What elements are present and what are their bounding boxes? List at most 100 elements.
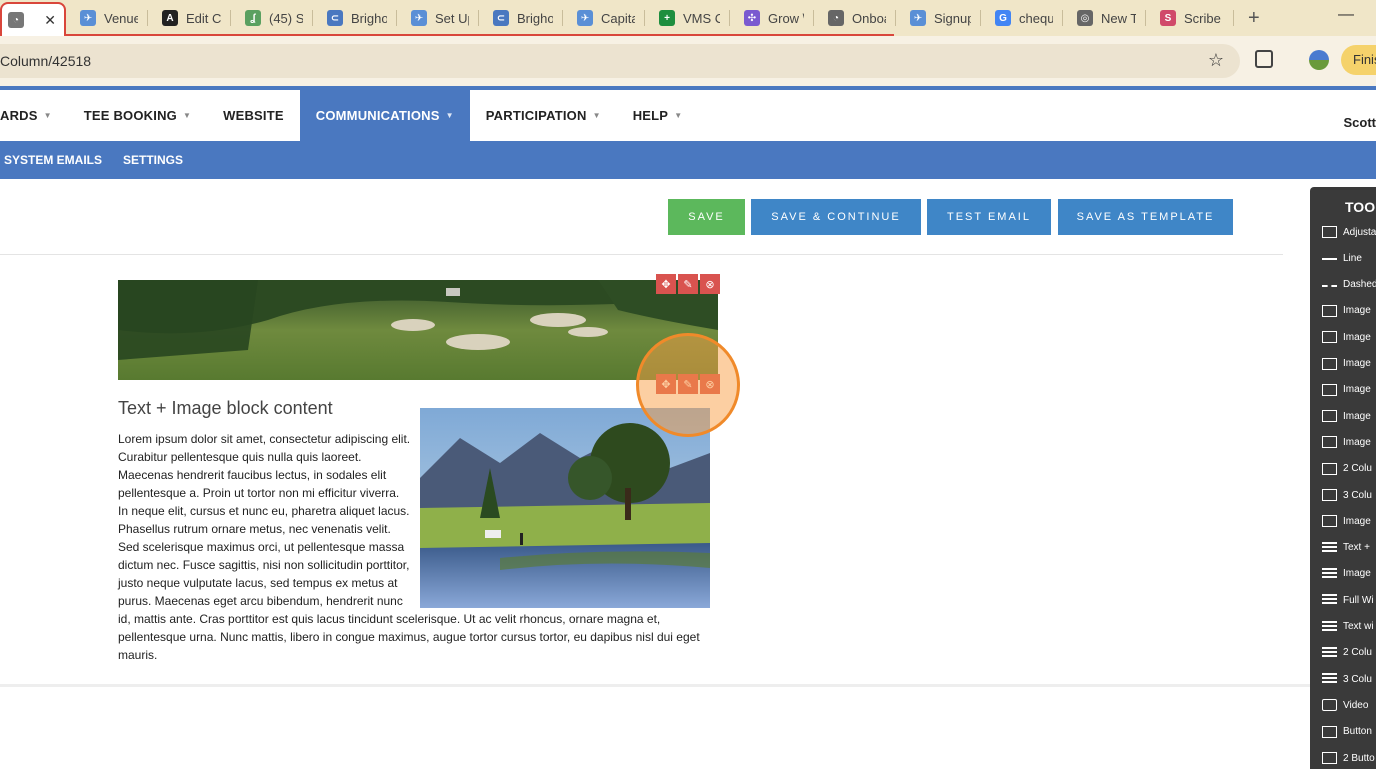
- toolbox-item[interactable]: Line: [1322, 249, 1362, 267]
- tab-title: Signup: [934, 10, 971, 26]
- screen: ◔Bu✕ ✈ Venue A Edit Cli ʆ (45) Sc ⊂ Brigho ✈ Set U…: [0, 0, 1376, 769]
- close-tab-icon[interactable]: ✕: [44, 12, 56, 29]
- subnav-item-system-emails[interactable]: SYSTEM EMAILS: [4, 153, 102, 167]
- browser-tab[interactable]: ✈ Signup: [896, 0, 981, 36]
- nav-item-ards[interactable]: ARDS ▼: [0, 90, 68, 141]
- toolbox-item-label: Image: [1343, 384, 1371, 396]
- toolbox-item-label: Text wi: [1343, 621, 1374, 632]
- edit-icon[interactable]: ✎: [678, 274, 698, 294]
- toolbox-item[interactable]: Image: [1322, 512, 1371, 530]
- browser-tab[interactable]: ✈ Capital: [563, 0, 645, 36]
- toolbox-cols-icon: [1322, 673, 1337, 686]
- nav-item-label: WEBSITE: [223, 108, 284, 123]
- toolbox-item[interactable]: 3 Colu: [1322, 670, 1372, 688]
- browser-tab[interactable]: ʆ (45) Sc: [231, 0, 313, 36]
- user-name[interactable]: Scott: [1344, 115, 1376, 130]
- toolbox-cols-icon: [1322, 620, 1337, 633]
- toolbox-item[interactable]: 3 Colu: [1322, 486, 1372, 504]
- nav-item-communications[interactable]: COMMUNICATIONS ▼: [299, 90, 470, 141]
- nav-item-website[interactable]: WEBSITE: [207, 90, 300, 141]
- toolbox-item[interactable]: Adjusta: [1322, 223, 1376, 241]
- profile-avatar[interactable]: [1309, 50, 1329, 70]
- toolbox-item[interactable]: Button: [1322, 723, 1372, 741]
- tab-favicon-icon: ✈: [411, 10, 427, 26]
- nav-item-label: ARDS: [0, 108, 38, 123]
- move-icon[interactable]: ✥: [656, 274, 676, 294]
- browser-tab[interactable]: ⊂ Brigho: [479, 0, 563, 36]
- save-button[interactable]: SAVE: [668, 199, 745, 235]
- new-tab-icon[interactable]: +: [1234, 7, 1274, 30]
- toolbox-item[interactable]: Text +: [1322, 539, 1370, 557]
- browser-tab[interactable]: ◔ Onboa: [814, 0, 896, 36]
- tab-title: VMS C: [683, 10, 720, 26]
- test-email-button[interactable]: TEST EMAIL: [927, 199, 1051, 235]
- tab-favicon-icon: ⊂: [493, 10, 509, 26]
- caret-down-icon: ▼: [445, 111, 454, 120]
- bookmark-star-icon[interactable]: ☆: [1208, 50, 1224, 71]
- tab-title: Venue: [104, 10, 138, 26]
- tab-favicon-icon: ◔: [8, 12, 24, 28]
- toolbox-box-icon: [1322, 226, 1337, 238]
- toolbox-item[interactable]: Image: [1322, 328, 1371, 346]
- tab-title: cheque: [1019, 10, 1053, 26]
- nav-item-label: TEE BOOKING: [83, 108, 177, 123]
- minimize-window-icon[interactable]: —: [1338, 6, 1354, 24]
- toolbox-item[interactable]: Image: [1322, 433, 1371, 451]
- toolbox-item[interactable]: Text wi: [1322, 618, 1374, 636]
- subnav-item-settings[interactable]: SETTINGS: [123, 153, 183, 167]
- toolbox-item-label: Line: [1343, 252, 1362, 264]
- toolbox-box-icon: [1322, 489, 1337, 501]
- extensions-icon[interactable]: [1255, 50, 1273, 68]
- finish-update-button[interactable]: Finis: [1341, 45, 1376, 75]
- toolbox-item[interactable]: 2 Colu: [1322, 644, 1372, 662]
- toolbox-item[interactable]: Image: [1322, 381, 1371, 399]
- toolbox-item-label: 2 Butto: [1343, 752, 1375, 764]
- browser-tab[interactable]: A Edit Cli: [148, 0, 231, 36]
- toolbox-item[interactable]: Image: [1322, 302, 1371, 320]
- browser-tab[interactable]: + VMS C: [645, 0, 730, 36]
- tab-title: Scribe: [1184, 10, 1221, 26]
- toolbox-item[interactable]: Image: [1322, 355, 1371, 373]
- toolbox-item[interactable]: Full Wi: [1322, 591, 1374, 609]
- tab-title: (45) Sc: [269, 10, 303, 26]
- toolbox-item[interactable]: Image: [1322, 407, 1371, 425]
- divider: [0, 684, 1310, 687]
- toolbox-item[interactable]: Video: [1322, 696, 1368, 714]
- toolbox-box-icon: [1322, 331, 1337, 344]
- browser-tab[interactable]: ✈ Venue: [66, 0, 148, 36]
- tab-favicon-icon: ✈: [910, 10, 926, 26]
- browser-tab[interactable]: ✣ Grow \: [730, 0, 814, 36]
- remove-icon[interactable]: ⊗: [700, 274, 720, 294]
- toolbox-box-icon: [1322, 410, 1337, 423]
- block-image-lake-golf[interactable]: [420, 408, 710, 608]
- address-bar-row: Column/42518 ☆ Finis: [0, 36, 1376, 86]
- save-as-template-button[interactable]: SAVE AS TEMPLATE: [1058, 199, 1233, 235]
- browser-tab[interactable]: S Scribe: [1146, 0, 1234, 36]
- toolbox-cols-icon: [1322, 594, 1337, 607]
- toolbox-play-icon: [1322, 699, 1337, 712]
- browser-tab[interactable]: ✈ Set Up: [397, 0, 479, 36]
- caret-down-icon: ▼: [182, 111, 192, 120]
- browser-tab[interactable]: ⊂ Brigho: [313, 0, 397, 36]
- nav-item-help[interactable]: HELP ▼: [617, 90, 699, 141]
- main-nav: ARDS ▼ TEE BOOKING ▼ WEBSITE COMMUNICATIONS ▼ P…: [0, 90, 1376, 141]
- toolbox-box-icon: [1322, 725, 1337, 738]
- toolbox-item[interactable]: Image: [1322, 565, 1371, 583]
- browser-tab[interactable]: ◎ New Ta: [1063, 0, 1146, 36]
- toolbox-item[interactable]: 2 Butto: [1322, 749, 1375, 767]
- nav-item-participation[interactable]: PARTICIPATION ▼: [470, 90, 617, 141]
- tab-favicon-icon: ✈: [577, 10, 593, 26]
- tab-title: Onboa: [852, 10, 886, 26]
- banner-image-golf-course[interactable]: [118, 280, 718, 380]
- toolbox-item-label: Full Wi: [1343, 594, 1374, 606]
- nav-item-tee-booking[interactable]: TEE BOOKING ▼: [68, 90, 207, 141]
- save-continue-button[interactable]: SAVE & CONTINUE: [751, 199, 921, 235]
- url-text[interactable]: Column/42518: [0, 53, 91, 69]
- nav-item-label: COMMUNICATIONS: [315, 108, 440, 123]
- toolbox-item[interactable]: Dashed: [1322, 276, 1376, 294]
- browser-tab[interactable]: Gcheque: [981, 0, 1063, 36]
- toolbox-item[interactable]: 2 Colu: [1322, 460, 1372, 478]
- browser-tab[interactable]: ◔Bu✕: [0, 2, 66, 36]
- omnibox[interactable]: Column/42518 ☆: [0, 44, 1240, 78]
- toolbox-line-icon: [1322, 258, 1337, 261]
